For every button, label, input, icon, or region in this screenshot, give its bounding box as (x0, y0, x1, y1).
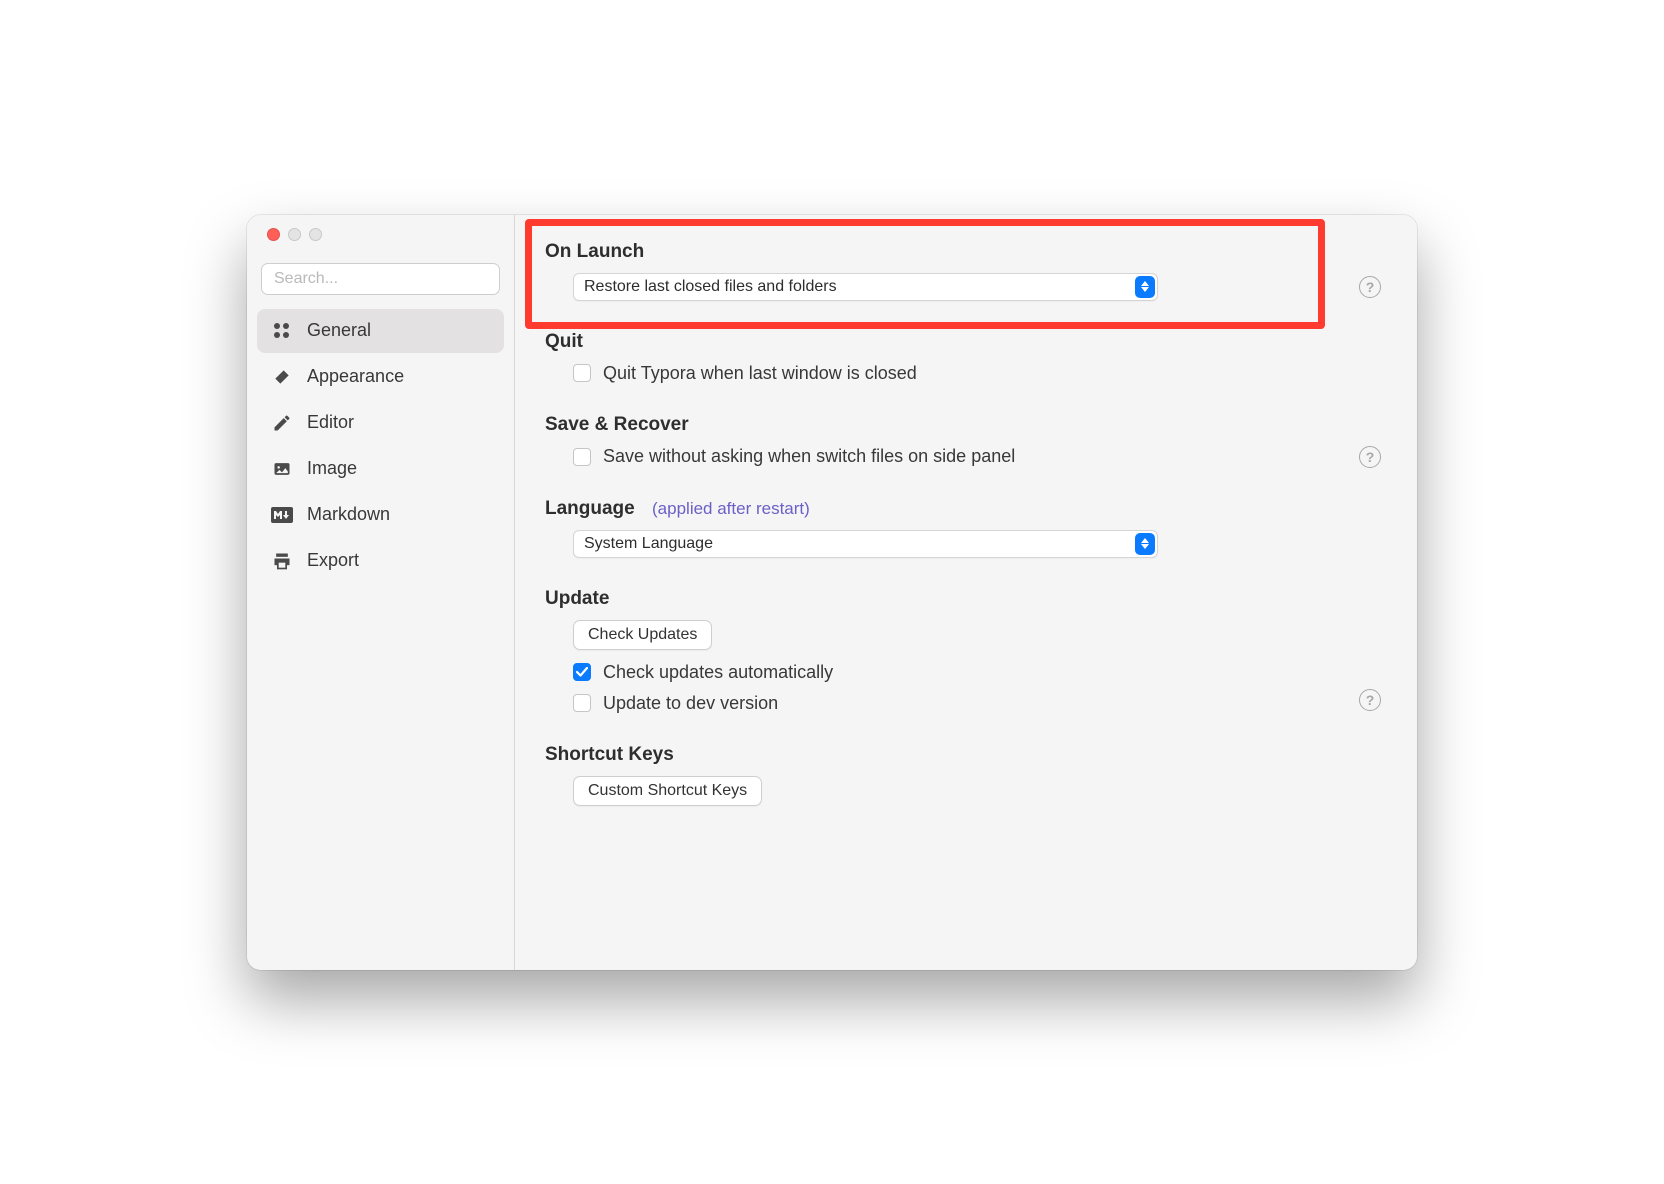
section-title-save-recover: Save & Recover (545, 414, 1387, 436)
option-label: Check updates automatically (603, 662, 833, 683)
quit-when-last-window-closed-option[interactable]: Quit Typora when last window is closed (545, 363, 1387, 384)
sidebar: General Appearance Editor Image (247, 215, 515, 970)
check-updates-automatically-option[interactable]: Check updates automatically (545, 662, 1387, 683)
section-update: Update Check Updates Check updates autom… (545, 588, 1387, 714)
sidebar-item-image[interactable]: Image (257, 447, 504, 491)
section-on-launch: On Launch Restore last closed files and … (545, 241, 1387, 301)
checkbox-unchecked (573, 448, 591, 466)
section-title-on-launch: On Launch (545, 241, 1387, 263)
section-quit: Quit Quit Typora when last window is clo… (545, 331, 1387, 384)
image-icon (271, 458, 293, 480)
sidebar-item-label: Export (307, 550, 359, 571)
select-stepper-icon (1135, 533, 1155, 555)
close-window-button[interactable] (267, 228, 280, 241)
paint-icon (271, 366, 293, 388)
option-label: Save without asking when switch files on… (603, 446, 1015, 467)
window-titlebar (247, 215, 514, 255)
section-title-quit: Quit (545, 331, 1387, 353)
sidebar-item-general[interactable]: General (257, 309, 504, 353)
sidebar-item-label: Markdown (307, 504, 390, 525)
select-value: Restore last closed files and folders (584, 278, 837, 296)
search-input[interactable] (261, 263, 500, 295)
sidebar-item-label: Editor (307, 412, 354, 433)
sidebar-item-label: Image (307, 458, 357, 479)
preferences-window: General Appearance Editor Image (247, 215, 1417, 970)
custom-shortcut-keys-button[interactable]: Custom Shortcut Keys (573, 776, 762, 806)
section-title-text: Language (545, 498, 635, 519)
select-stepper-icon (1135, 276, 1155, 298)
sidebar-item-export[interactable]: Export (257, 539, 504, 583)
update-to-dev-version-option[interactable]: Update to dev version (545, 693, 778, 714)
option-label: Update to dev version (603, 693, 778, 714)
search-container (247, 255, 514, 309)
select-value: System Language (584, 535, 713, 553)
pencil-icon (271, 412, 293, 434)
save-without-asking-option[interactable]: Save without asking when switch files on… (545, 446, 1015, 467)
checkbox-checked (573, 663, 591, 681)
export-icon (271, 550, 293, 572)
check-updates-button[interactable]: Check Updates (573, 620, 712, 650)
help-icon[interactable]: ? (1359, 446, 1381, 468)
content-pane: On Launch Restore last closed files and … (515, 215, 1417, 970)
section-note: (applied after restart) (652, 499, 810, 518)
sidebar-nav: General Appearance Editor Image (247, 309, 514, 583)
section-language: Language (applied after restart) System … (545, 498, 1387, 558)
minimize-window-button[interactable] (288, 228, 301, 241)
grid-icon (271, 320, 293, 342)
section-save-recover: Save & Recover Save without asking when … (545, 414, 1387, 468)
help-icon[interactable]: ? (1359, 689, 1381, 711)
sidebar-item-label: Appearance (307, 366, 404, 387)
sidebar-item-editor[interactable]: Editor (257, 401, 504, 445)
section-title-language: Language (applied after restart) (545, 498, 1387, 520)
section-title-update: Update (545, 588, 1387, 610)
section-title-shortcut: Shortcut Keys (545, 744, 1387, 766)
zoom-window-button[interactable] (309, 228, 322, 241)
help-icon[interactable]: ? (1359, 276, 1381, 298)
sidebar-item-markdown[interactable]: Markdown (257, 493, 504, 537)
sidebar-item-appearance[interactable]: Appearance (257, 355, 504, 399)
markdown-icon (271, 504, 293, 526)
sidebar-item-label: General (307, 320, 371, 341)
checkbox-unchecked (573, 694, 591, 712)
on-launch-select[interactable]: Restore last closed files and folders (573, 273, 1158, 301)
section-shortcut-keys: Shortcut Keys Custom Shortcut Keys (545, 744, 1387, 806)
language-select[interactable]: System Language (573, 530, 1158, 558)
checkbox-unchecked (573, 364, 591, 382)
option-label: Quit Typora when last window is closed (603, 363, 917, 384)
